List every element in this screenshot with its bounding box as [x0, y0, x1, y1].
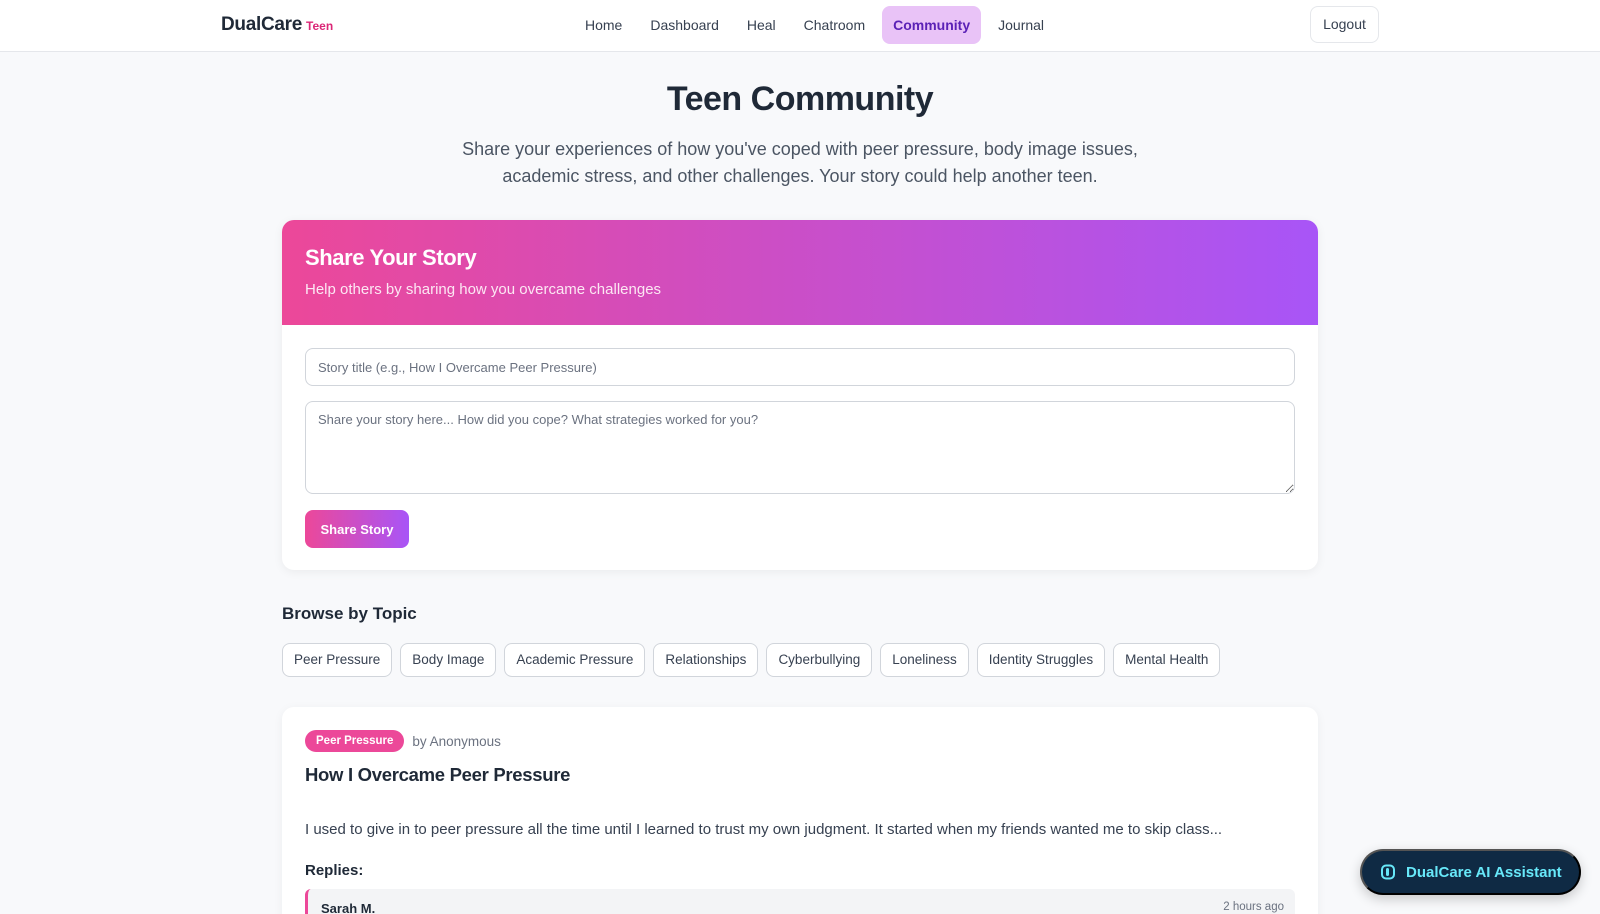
topic-identity-struggles[interactable]: Identity Struggles — [976, 643, 1106, 677]
brand-logo[interactable]: DualCare Teen — [221, 14, 333, 36]
post-topic-badge[interactable]: Peer Pressure — [305, 730, 405, 752]
share-story-subtitle: Help others by sharing how you overcame … — [305, 281, 662, 298]
nav-chatroom[interactable]: Chatroom — [793, 6, 876, 44]
topic-mental-health[interactable]: Mental Health — [1113, 643, 1221, 677]
story-title-input[interactable] — [305, 348, 1295, 386]
post-author: by Anonymous — [412, 733, 501, 749]
nav-journal[interactable]: Journal — [987, 6, 1055, 44]
story-body-textarea[interactable] — [305, 401, 1295, 494]
story-post: Peer Pressure by Anonymous How I Overcam… — [282, 707, 1318, 914]
topic-relationships[interactable]: Relationships — [653, 643, 759, 677]
reply-author: Sarah M. — [321, 901, 376, 914]
page-subtitle: Share your experiences of how you've cop… — [462, 139, 1138, 186]
post-body: I used to give in to peer pressure all t… — [305, 821, 1223, 838]
post-title[interactable]: How I Overcame Peer Pressure — [305, 764, 570, 786]
ai-assistant-label: DualCare AI Assistant — [1406, 863, 1562, 881]
logout-button[interactable]: Logout — [1310, 6, 1379, 43]
chat-bubble-icon — [1380, 864, 1396, 880]
topic-academic-pressure[interactable]: Academic Pressure — [504, 643, 646, 677]
share-story-button[interactable]: Share Story — [305, 510, 409, 548]
topic-cyberbullying[interactable]: Cyberbullying — [766, 643, 873, 677]
reply-item: Sarah M. 2 hours ago — [305, 889, 1295, 914]
replies-heading: Replies: — [305, 862, 364, 879]
nav-home[interactable]: Home — [574, 6, 633, 44]
share-story-header: Share Your Story Help others by sharing … — [282, 220, 1318, 325]
topic-body-image[interactable]: Body Image — [400, 643, 497, 677]
nav-community[interactable]: Community — [882, 6, 982, 44]
nav-dashboard[interactable]: Dashboard — [639, 6, 730, 44]
top-navbar: DualCare Teen Home Dashboard Heal Chatro… — [0, 0, 1600, 52]
brand-tag: Teen — [306, 19, 334, 33]
share-story-title: Share Your Story — [305, 245, 477, 270]
post-meta: Peer Pressure by Anonymous — [305, 730, 501, 752]
ai-assistant-button[interactable]: DualCare AI Assistant — [1360, 849, 1581, 895]
reply-timestamp: 2 hours ago — [1223, 901, 1284, 913]
topic-peer-pressure[interactable]: Peer Pressure — [282, 643, 393, 677]
share-story-card: Share Your Story Help others by sharing … — [282, 220, 1318, 570]
topic-filter-list: Peer Pressure Body Image Academic Pressu… — [282, 643, 1221, 677]
page-title: Teen Community — [666, 80, 934, 118]
brand-name: DualCare — [221, 14, 303, 35]
nav-heal[interactable]: Heal — [736, 6, 787, 44]
browse-topic-heading: Browse by Topic — [282, 604, 417, 623]
main-nav: Home Dashboard Heal Chatroom Community J… — [574, 6, 1055, 44]
topic-loneliness[interactable]: Loneliness — [880, 643, 969, 677]
